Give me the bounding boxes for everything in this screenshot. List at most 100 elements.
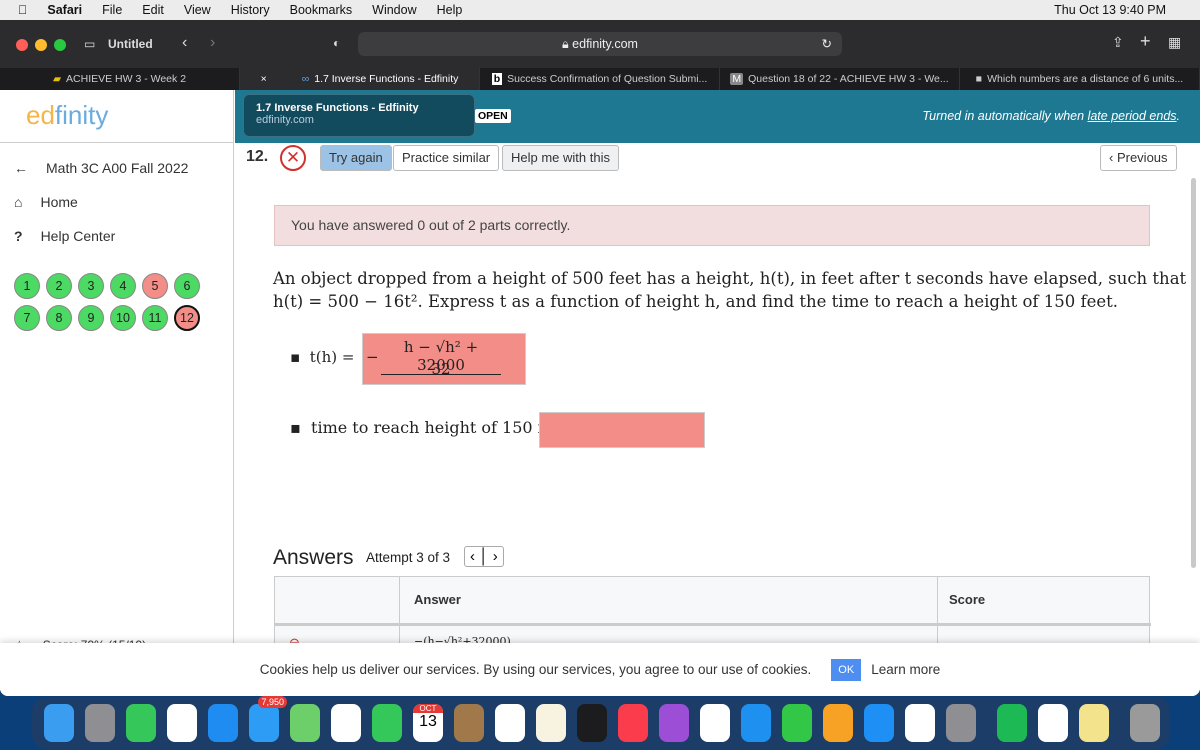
tab-group-title[interactable]: Untitled [108, 37, 153, 51]
question-circle[interactable]: 10 [110, 305, 136, 331]
numbers-icon[interactable] [782, 704, 812, 742]
menu-edit[interactable]: Edit [142, 3, 164, 17]
share-icon[interactable]: ⇪ [1112, 34, 1124, 51]
learn-more-link[interactable]: Learn more [871, 662, 940, 677]
stickies-icon[interactable] [1079, 704, 1109, 742]
menu-app[interactable]: Safari [47, 3, 82, 17]
sidebar-item-course[interactable]: ← Math 3C A00 Fall 2022 [0, 151, 233, 185]
question-circle[interactable]: 9 [78, 305, 104, 331]
bartleby-icon: b [491, 73, 503, 85]
turn-in-notice: Turned in automatically when late period… [922, 109, 1180, 123]
question-circle[interactable]: 1 [14, 273, 40, 299]
part-1-label-text: t(h) = [309, 348, 355, 366]
tab-label: Which numbers are a distance of 6 units.… [987, 73, 1184, 85]
help-me-button[interactable]: Help me with this [502, 145, 619, 171]
question-number: 12. [246, 148, 269, 165]
dock: 7,950 OCT 13 [32, 696, 1170, 749]
launchpad-icon[interactable] [85, 704, 115, 742]
question-circle[interactable]: 8 [46, 305, 72, 331]
tab-which-numbers[interactable]: ■ Which numbers are a distance of 6 units… [960, 68, 1200, 90]
photos-icon[interactable] [331, 704, 361, 742]
menu-bookmarks[interactable]: Bookmarks [290, 3, 353, 17]
question-circle[interactable]: 5 [142, 273, 168, 299]
part-2-answer-input[interactable] [539, 412, 705, 448]
question-circle[interactable]: 2 [46, 273, 72, 299]
word-icon[interactable] [905, 704, 935, 742]
menu-window[interactable]: Window [372, 3, 416, 17]
question-area: 12. ✕ Try again Practice similar Help me… [235, 143, 1196, 696]
late-period-link[interactable]: late period ends [1088, 109, 1177, 123]
tab-overview-icon[interactable]: ▦ [1168, 34, 1181, 51]
contacts-icon[interactable] [454, 704, 484, 742]
podcasts-icon[interactable] [659, 704, 689, 742]
question-circle[interactable]: 6 [174, 273, 200, 299]
tab-achieve[interactable]: ▰ ACHIEVE HW 3 - Week 2 [0, 68, 240, 90]
music-icon[interactable] [618, 704, 648, 742]
popup-title: 1.7 Inverse Functions - Edfinity [256, 102, 419, 114]
question-circle[interactable]: 11 [142, 305, 168, 331]
menu-file[interactable]: File [102, 3, 122, 17]
edfinity-logo[interactable]: edfinity [0, 90, 233, 143]
question-circle[interactable]: 12 [174, 305, 200, 331]
question-navigator: 1 2 3 4 5 6 7 8 9 10 11 12 [0, 273, 233, 331]
menu-view[interactable]: View [184, 3, 211, 17]
notes-icon[interactable] [536, 704, 566, 742]
achieve-icon: ▰ [52, 73, 62, 85]
back-icon[interactable]: ‹ [182, 34, 187, 52]
trash-icon[interactable] [1130, 704, 1160, 742]
tab-question18[interactable]: M Question 18 of 22 - ACHIEVE HW 3 - We..… [720, 68, 960, 90]
mail-icon[interactable]: 7,950 [249, 696, 287, 742]
scrollbar[interactable] [1191, 178, 1196, 568]
spotify-icon[interactable] [997, 704, 1027, 742]
maps-icon[interactable] [290, 704, 320, 742]
question-circle[interactable]: 4 [110, 273, 136, 299]
reload-icon[interactable]: ↻ [822, 32, 832, 56]
safari-icon[interactable] [208, 704, 238, 742]
facetime-icon[interactable] [372, 704, 402, 742]
calendar-icon[interactable]: OCT 13 [413, 704, 443, 742]
reminders-icon[interactable] [495, 704, 525, 742]
tab-edfinity[interactable]: × ∞ 1.7 Inverse Functions - Edfinity [240, 68, 480, 90]
home-label: Home [40, 194, 78, 210]
tab-bar: ▰ ACHIEVE HW 3 - Week 2 × ∞ 1.7 Inverse Fun… [0, 68, 1200, 90]
sidebar-item-home[interactable]: ⌂ Home [0, 185, 233, 219]
arrow-left-icon: ← [14, 160, 28, 176]
zoom-window-button[interactable] [54, 39, 66, 51]
tab-success[interactable]: b Success Confirmation of Question Submi.… [480, 68, 720, 90]
pages-icon[interactable] [823, 704, 853, 742]
cookie-ok-button[interactable]: OK [831, 658, 862, 681]
practice-similar-button[interactable]: Practice similar [393, 145, 500, 171]
previous-button[interactable]: ‹ Previous [1100, 145, 1177, 171]
chevron-left-icon[interactable]: ‹ [470, 548, 475, 565]
sidebar-item-help[interactable]: ? Help Center [0, 219, 233, 253]
address-bar[interactable]: 🔒︎ edfinity.com ↻ [358, 32, 842, 56]
chevron-right-icon[interactable]: › [493, 548, 498, 565]
apple-icon[interactable]:  [18, 3, 27, 17]
shield-icon[interactable]: ◐ [333, 36, 340, 50]
keynote-icon[interactable] [741, 704, 771, 742]
attempt-nav: ‹ │ › [464, 546, 504, 567]
chrome-icon[interactable] [167, 704, 197, 742]
google-play-icon[interactable] [1038, 704, 1068, 742]
new-tab-icon[interactable]: + [1140, 31, 1151, 52]
menu-history[interactable]: History [231, 3, 270, 17]
tv-icon[interactable] [577, 704, 607, 742]
finder-icon[interactable] [44, 704, 74, 742]
news-icon[interactable] [700, 704, 730, 742]
forward-icon[interactable]: › [210, 34, 215, 52]
question-icon: ? [14, 228, 23, 244]
close-window-button[interactable] [16, 39, 28, 51]
close-tab-icon[interactable]: × [261, 73, 267, 85]
question-circle[interactable]: 3 [78, 273, 104, 299]
menu-help[interactable]: Help [437, 3, 463, 17]
messages-icon[interactable] [126, 704, 156, 742]
sidebar-icon[interactable]: ▭ [84, 37, 95, 51]
clock[interactable]: Thu Oct 13 9:40 PM [1054, 3, 1166, 17]
app-store-icon[interactable] [864, 704, 894, 742]
lock-icon: 🔒︎ [562, 37, 573, 51]
try-again-button[interactable]: Try again [320, 145, 392, 171]
minimize-window-button[interactable] [35, 39, 47, 51]
question-circle[interactable]: 7 [14, 305, 40, 331]
part-1-answer-input[interactable]: − h − √h² + 32000 32 [362, 333, 526, 385]
system-preferences-icon[interactable] [946, 704, 976, 742]
